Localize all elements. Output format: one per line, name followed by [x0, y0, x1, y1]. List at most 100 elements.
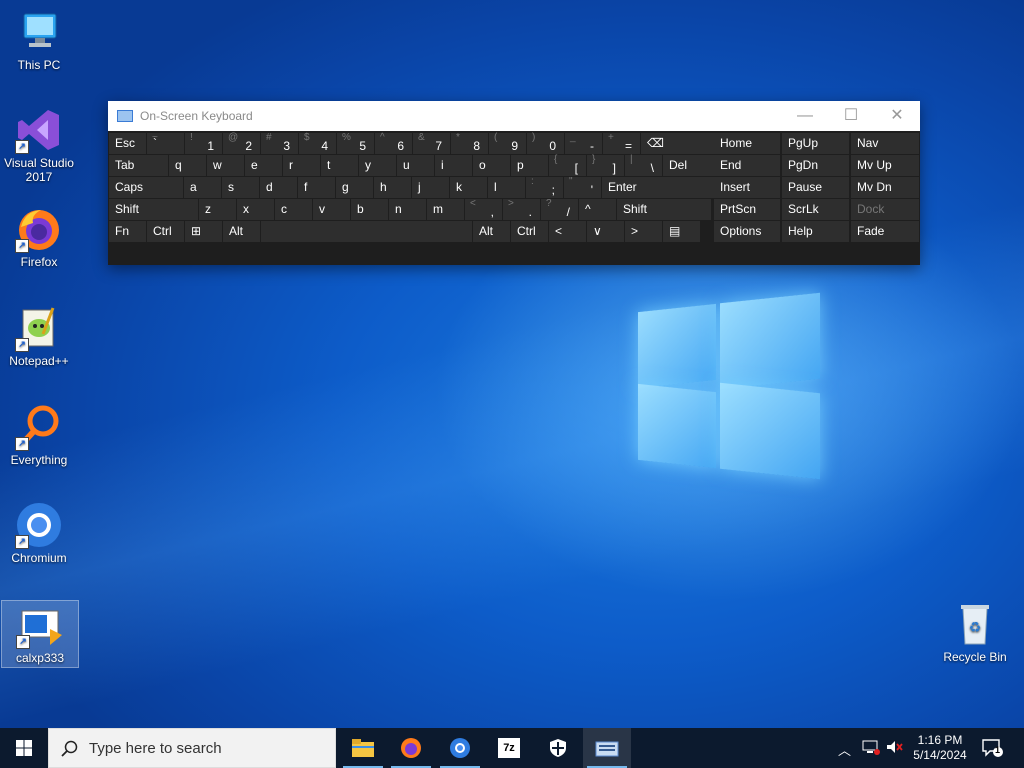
- key-3-1[interactable]: z: [199, 199, 236, 220]
- key-4-2[interactable]: ⊞: [185, 221, 222, 242]
- key-2-10[interactable]: :;: [526, 176, 563, 198]
- taskbar-file-explorer[interactable]: [339, 728, 387, 768]
- key-1-6[interactable]: y: [359, 155, 396, 176]
- close-button[interactable]: ✕: [874, 101, 920, 131]
- key-4-8[interactable]: ∨: [587, 221, 624, 242]
- key-0-2[interactable]: ! 1: [185, 132, 222, 154]
- key-4-4[interactable]: [261, 221, 472, 242]
- osk-titlebar[interactable]: On-Screen Keyboard — ☐ ✕: [108, 101, 920, 131]
- key-3-6[interactable]: n: [389, 199, 426, 220]
- key-2-8[interactable]: k: [450, 177, 487, 198]
- desktop-icon-everything[interactable]: ↗ Everything: [1, 403, 77, 467]
- key-0-13[interactable]: + =: [603, 132, 640, 154]
- key-1-7[interactable]: u: [397, 155, 434, 176]
- key-0-4[interactable]: #3: [261, 132, 298, 154]
- network-icon[interactable]: [862, 739, 880, 758]
- key-0-10[interactable]: (9: [489, 132, 526, 154]
- key-0-12[interactable]: _ -: [565, 132, 602, 154]
- key-1-12[interactable]: }]: [587, 154, 624, 176]
- key-3-11[interactable]: ^: [579, 199, 616, 220]
- key-0-3[interactable]: @2: [223, 132, 260, 154]
- key-4-9[interactable]: >: [625, 221, 662, 242]
- key-2-0[interactable]: Caps: [109, 177, 183, 198]
- key-3-7[interactable]: m: [427, 199, 464, 220]
- nav-key-0-0[interactable]: Home: [714, 133, 780, 154]
- key-1-3[interactable]: e: [245, 155, 282, 176]
- minimize-button[interactable]: —: [782, 101, 828, 131]
- key-2-6[interactable]: h: [374, 177, 411, 198]
- nav-key-4-1[interactable]: Help: [782, 221, 849, 242]
- key-2-11[interactable]: " ': [564, 176, 601, 198]
- desktop-icon-recycle-bin[interactable]: ♻ Recycle Bin: [937, 600, 1013, 664]
- key-2-1[interactable]: a: [184, 177, 221, 198]
- key-2-9[interactable]: l: [488, 177, 525, 198]
- nav-key-1-0[interactable]: End: [714, 155, 780, 176]
- key-3-3[interactable]: c: [275, 199, 312, 220]
- taskbar-osk[interactable]: [583, 728, 631, 768]
- key-0-7[interactable]: ^ 6: [375, 132, 412, 154]
- key-1-13[interactable]: | \: [625, 154, 662, 176]
- nav-key-3-1[interactable]: ScrLk: [782, 199, 849, 220]
- desktop-icon-this-pc[interactable]: This PC: [1, 8, 77, 72]
- volume-muted-icon[interactable]: [886, 739, 904, 758]
- key-0-14[interactable]: ⌫: [641, 133, 715, 154]
- key-0-8[interactable]: & 7: [413, 132, 450, 154]
- desktop[interactable]: This PC ↗ Visual Studio 2017 ↗ Firefox ↗…: [0, 0, 1024, 728]
- key-4-5[interactable]: Alt: [473, 221, 510, 242]
- key-1-5[interactable]: t: [321, 155, 358, 176]
- nav-key-1-1[interactable]: PgDn: [782, 155, 849, 176]
- desktop-icon-notepad-plus-plus[interactable]: ↗ Notepad++: [1, 304, 77, 368]
- nav-key-3-0[interactable]: PrtScn: [714, 199, 780, 220]
- key-1-11[interactable]: {[: [549, 154, 586, 176]
- taskbar-chromium[interactable]: [436, 728, 484, 768]
- nav-key-0-1[interactable]: PgUp: [782, 133, 849, 154]
- key-4-7[interactable]: <: [549, 221, 586, 242]
- nav-key-2-0[interactable]: Insert: [714, 177, 780, 198]
- clock[interactable]: 1:16 PM 5/14/2024: [905, 733, 975, 763]
- key-0-6[interactable]: % 5: [337, 132, 374, 154]
- on-screen-keyboard-window[interactable]: On-Screen Keyboard — ☐ ✕ Esc ~ `! 1 @2 #3 $4% 5…: [108, 101, 920, 265]
- desktop-icon-visual-studio[interactable]: ↗ Visual Studio 2017: [1, 106, 77, 184]
- nav-key-3-2[interactable]: Dock: [851, 199, 919, 220]
- nav-key-2-2[interactable]: Mv Dn: [851, 177, 919, 198]
- key-1-2[interactable]: w: [207, 155, 244, 176]
- taskbar-7zip[interactable]: 7z: [485, 728, 533, 768]
- key-1-1[interactable]: q: [169, 155, 206, 176]
- key-0-1[interactable]: ~ `: [147, 132, 184, 154]
- maximize-button[interactable]: ☐: [828, 101, 874, 131]
- key-3-0[interactable]: Shift: [109, 199, 198, 220]
- key-2-5[interactable]: g: [336, 177, 373, 198]
- notification-center-icon[interactable]: 1: [982, 738, 1004, 761]
- key-3-4[interactable]: v: [313, 199, 350, 220]
- key-2-4[interactable]: f: [298, 177, 335, 198]
- key-4-10[interactable]: ▤: [663, 221, 700, 242]
- key-0-0[interactable]: Esc: [109, 133, 146, 154]
- key-1-9[interactable]: o: [473, 155, 510, 176]
- key-2-2[interactable]: s: [222, 177, 259, 198]
- nav-key-1-2[interactable]: Mv Up: [851, 155, 919, 176]
- key-0-9[interactable]: * 8: [451, 132, 488, 154]
- desktop-icon-firefox[interactable]: ↗ Firefox: [1, 205, 77, 269]
- key-4-6[interactable]: Ctrl: [511, 221, 548, 242]
- taskbar-firefox[interactable]: [387, 728, 435, 768]
- desktop-icon-calxp333[interactable]: ↗ calxp333: [1, 600, 79, 668]
- nav-key-4-0[interactable]: Options: [714, 221, 780, 242]
- key-1-10[interactable]: p: [511, 155, 548, 176]
- key-4-1[interactable]: Ctrl: [147, 221, 184, 242]
- key-3-12[interactable]: Shift: [617, 199, 711, 220]
- taskbar-security[interactable]: [534, 728, 582, 768]
- key-3-10[interactable]: ? /: [541, 198, 578, 220]
- key-1-0[interactable]: Tab: [109, 155, 168, 176]
- nav-key-2-1[interactable]: Pause: [782, 177, 849, 198]
- key-0-5[interactable]: $4: [299, 132, 336, 154]
- taskbar-search-box[interactable]: Type here to search: [48, 728, 336, 768]
- nav-key-0-2[interactable]: Nav: [851, 133, 919, 154]
- key-1-8[interactable]: i: [435, 155, 472, 176]
- chevron-up-icon[interactable]: ︿: [838, 740, 851, 759]
- start-button[interactable]: [0, 728, 48, 768]
- key-1-4[interactable]: r: [283, 155, 320, 176]
- key-2-7[interactable]: j: [412, 177, 449, 198]
- nav-key-4-2[interactable]: Fade: [851, 221, 919, 242]
- key-4-3[interactable]: Alt: [223, 221, 260, 242]
- key-3-5[interactable]: b: [351, 199, 388, 220]
